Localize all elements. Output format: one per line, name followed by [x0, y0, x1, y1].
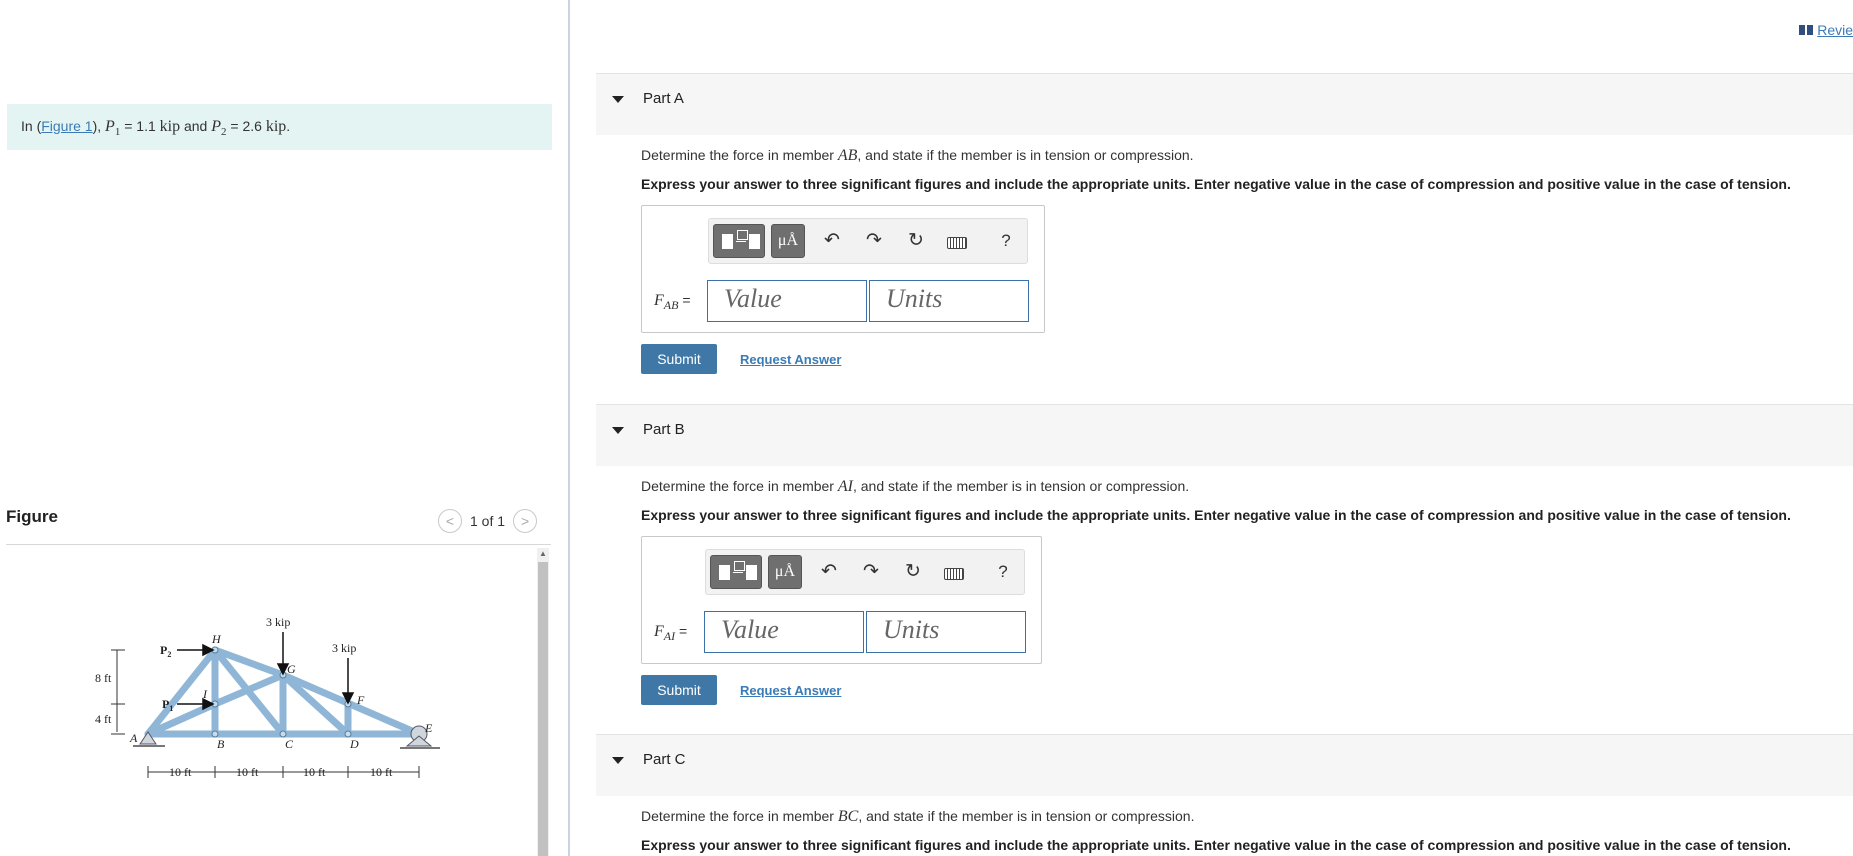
part-title: Part B	[643, 421, 685, 438]
reset-icon[interactable]: ↻	[900, 558, 926, 586]
scroll-thumb[interactable]	[538, 562, 548, 856]
span-label-3: 10 ft	[303, 765, 326, 779]
joint-label-i: I	[202, 687, 208, 701]
joint-label-h: H	[211, 632, 222, 646]
value-input[interactable]: Value	[704, 611, 864, 653]
part-c-header[interactable]: Part C	[596, 734, 1853, 796]
part-b-question: Determine the force in member AI, and st…	[641, 478, 1190, 495]
figure-page-count: 1 of 1	[470, 513, 506, 529]
help-icon[interactable]: ?	[993, 227, 1019, 255]
part-b-instruction: Express your answer to three significant…	[641, 507, 1791, 523]
joint-label-g: G	[287, 662, 296, 676]
part-c-question: Determine the force in member BC, and st…	[641, 808, 1195, 825]
right-pane: Revie Part A Determine the force in memb…	[596, 0, 1853, 856]
review-link[interactable]: Revie	[1799, 22, 1853, 38]
answer-variable-label: FAI =	[654, 623, 688, 643]
undo-icon[interactable]: ↶	[816, 558, 842, 586]
redo-icon[interactable]: ↷	[858, 558, 884, 586]
part-a-header[interactable]: Part A	[596, 73, 1853, 135]
help-icon[interactable]: ?	[990, 558, 1016, 586]
part-title: Part C	[643, 751, 686, 768]
collapse-caret-icon[interactable]	[612, 427, 624, 434]
figure-title: Figure	[6, 507, 58, 526]
joint-label-e: E	[424, 721, 433, 735]
figure-link[interactable]: Figure 1	[41, 118, 92, 134]
collapse-caret-icon[interactable]	[612, 96, 624, 103]
keyboard-icon[interactable]	[947, 237, 967, 249]
dim-label-4ft: 4 ft	[95, 712, 112, 726]
redo-icon[interactable]: ↷	[861, 227, 887, 255]
math-toolbar: μÅ ↶ ↷ ↻ ?	[705, 549, 1025, 595]
problem-statement: In (Figure 1), P1 = 1.1 kip and P2 = 2.6…	[7, 104, 552, 150]
templates-button[interactable]	[710, 555, 762, 589]
left-pane: In (Figure 1), P1 = 1.1 kip and P2 = 2.6…	[0, 0, 568, 856]
part-a-question: Determine the force in member AB, and st…	[641, 147, 1194, 164]
part-c-instruction: Express your answer to three significant…	[641, 837, 1791, 853]
reset-icon[interactable]: ↻	[903, 227, 929, 255]
math-toolbar: μÅ ↶ ↷ ↻ ?	[708, 218, 1028, 264]
part-b-header[interactable]: Part B	[596, 404, 1853, 466]
units-input[interactable]: Units	[869, 280, 1029, 322]
joint-label-c: C	[285, 737, 294, 751]
units-button[interactable]: μÅ	[768, 555, 802, 589]
part-b-answer-box: μÅ ↶ ↷ ↻ ? FAI = Value Units	[641, 536, 1042, 664]
part-a-submit-button[interactable]: Submit	[641, 344, 717, 374]
part-a-instruction: Express your answer to three significant…	[641, 176, 1791, 192]
span-label-4: 10 ft	[370, 765, 393, 779]
joint-label-f: F	[356, 693, 365, 707]
truss-diagram: 3 kip 3 kip P2 P1 H G I F A B C D E 8 ft…	[95, 615, 440, 779]
span-label-2: 10 ft	[236, 765, 259, 779]
collapse-caret-icon[interactable]	[612, 757, 624, 764]
span-label-1: 10 ft	[169, 765, 192, 779]
p2-label: P2	[160, 643, 171, 659]
units-input[interactable]: Units	[866, 611, 1026, 653]
joint-label-b: B	[217, 737, 225, 751]
value-input[interactable]: Value	[707, 280, 867, 322]
scroll-up-arrow[interactable]: ▲	[538, 548, 548, 560]
joint-label-a: A	[129, 731, 138, 745]
undo-icon[interactable]: ↶	[819, 227, 845, 255]
part-b-submit-button[interactable]: Submit	[641, 675, 717, 705]
figure-pager: < 1 of 1 >	[438, 507, 538, 535]
part-title: Part A	[643, 90, 684, 107]
load-label-g: 3 kip	[266, 615, 290, 629]
answer-variable-label: FAB =	[654, 292, 691, 312]
figure-scrollbar[interactable]: ▲	[537, 548, 549, 856]
joint-label-d: D	[349, 737, 359, 751]
figure-divider	[6, 544, 551, 545]
units-button[interactable]: μÅ	[771, 224, 805, 258]
part-a-answer-box: μÅ ↶ ↷ ↻ ? FAB = Value Units	[641, 205, 1045, 333]
dim-label-8ft: 8 ft	[95, 671, 112, 685]
part-a-request-answer-link[interactable]: Request Answer	[740, 352, 841, 367]
keyboard-icon[interactable]	[944, 568, 964, 580]
load-label-f: 3 kip	[332, 641, 356, 655]
part-b-request-answer-link[interactable]: Request Answer	[740, 683, 841, 698]
book-icon	[1799, 25, 1814, 35]
pane-divider[interactable]	[568, 0, 570, 856]
next-figure-button[interactable]: >	[513, 509, 538, 533]
prev-figure-button[interactable]: <	[438, 509, 462, 533]
templates-button[interactable]	[713, 224, 765, 258]
